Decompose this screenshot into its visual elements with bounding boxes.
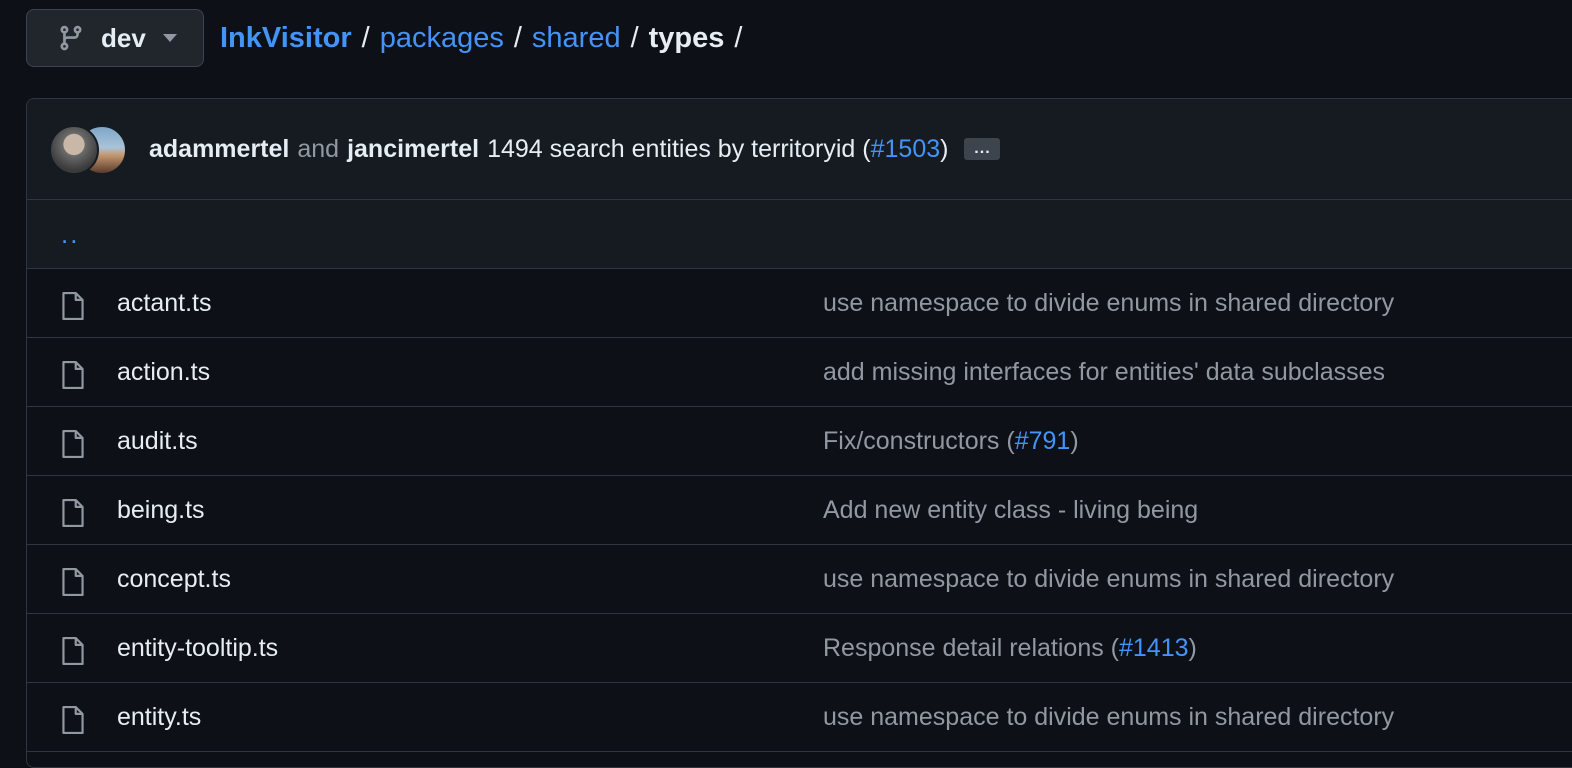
file-name-link[interactable]: action.ts	[117, 358, 210, 387]
file-list: actant.ts use namespace to divide enums i…	[27, 269, 1572, 752]
parent-directory-link[interactable]: ..	[61, 219, 79, 250]
file-commit-message[interactable]: use namespace to divide enums in shared …	[823, 565, 1394, 594]
commit-author-link[interactable]: adammertel	[149, 135, 289, 164]
file-commit-text[interactable]: use namespace to divide enums in shared …	[823, 703, 1394, 731]
file-commit-text[interactable]: use namespace to divide enums in shared …	[823, 565, 1394, 593]
breadcrumb-separator: /	[630, 21, 639, 54]
avatar-adammertel[interactable]	[49, 125, 99, 175]
latest-commit-bar: adammertel and jancimertel 1494 search e…	[27, 99, 1572, 200]
file-commit-message[interactable]: use namespace to divide enums in shared …	[823, 703, 1394, 732]
file-commit-text[interactable]: Response detail relations (	[823, 634, 1119, 662]
file-commit-message[interactable]: add missing interfaces for entities' dat…	[823, 358, 1385, 387]
file-name-link[interactable]: audit.ts	[117, 427, 198, 456]
file-name-link[interactable]: actant.ts	[117, 289, 212, 318]
file-commit-pr-link[interactable]: #1413	[1119, 634, 1189, 662]
file-commit-message[interactable]: Add new entity class - living being	[823, 496, 1198, 525]
file-commit-message[interactable]: Fix/constructors (#791)	[823, 427, 1079, 456]
file-row[interactable]: action.ts add missing interfaces for enti…	[27, 338, 1572, 407]
file-name-link[interactable]: being.ts	[117, 496, 205, 525]
breadcrumb-packages-link[interactable]: packages	[380, 22, 504, 55]
commit-message-end: )	[940, 134, 949, 163]
breadcrumb-shared-link[interactable]: shared	[532, 22, 621, 55]
file-commit-message[interactable]: use namespace to divide enums in shared …	[823, 289, 1394, 318]
file-commit-text[interactable]: add missing interfaces for entities' dat…	[823, 358, 1385, 386]
file-icon	[62, 567, 84, 597]
file-icon	[62, 291, 84, 321]
file-name-link[interactable]: entity.ts	[117, 703, 201, 732]
breadcrumb-repo-link[interactable]: InkVisitor	[220, 22, 352, 55]
breadcrumb: InkVisitor / packages / shared / types /	[220, 22, 752, 55]
breadcrumb-separator: /	[361, 21, 370, 54]
file-row[interactable]: entity-tooltip.ts Response detail relatio…	[27, 614, 1572, 683]
breadcrumb-current: types	[648, 21, 725, 54]
commit-message-text[interactable]: 1494 search entities by territoryid (	[487, 135, 871, 163]
file-commit-pr-link[interactable]: #791	[1015, 427, 1071, 455]
file-row[interactable]: entity.ts use namespace to divide enums i…	[27, 683, 1572, 752]
file-commit-text[interactable]: use namespace to divide enums in shared …	[823, 289, 1394, 317]
topbar: dev InkVisitor / packages / shared / typ…	[26, 8, 752, 68]
commit-summary: adammertel and jancimertel 1494 search e…	[149, 134, 1001, 164]
git-branch-icon	[60, 25, 82, 51]
file-row[interactable]: actant.ts use namespace to divide enums i…	[27, 269, 1572, 338]
breadcrumb-separator: /	[513, 21, 522, 54]
parent-directory-row[interactable]: ..	[27, 200, 1572, 269]
file-commit-text[interactable]: Add new entity class - living being	[823, 496, 1198, 524]
file-icon	[62, 636, 84, 666]
commit-message[interactable]: 1494 search entities by territoryid (#15…	[487, 135, 948, 164]
breadcrumb-separator: /	[734, 21, 743, 54]
file-icon	[62, 705, 84, 735]
file-commit-message[interactable]: Response detail relations (#1413)	[823, 634, 1197, 663]
file-name-link[interactable]: concept.ts	[117, 565, 231, 594]
file-icon	[62, 360, 84, 390]
branch-name: dev	[101, 22, 146, 53]
file-icon	[62, 429, 84, 459]
file-row[interactable]: concept.ts use namespace to divide enums …	[27, 545, 1572, 614]
commit-and-text: and	[297, 134, 340, 163]
file-browser: adammertel and jancimertel 1494 search e…	[26, 98, 1572, 768]
avatar-stack	[49, 125, 127, 175]
commit-pr-link[interactable]: #1503	[871, 135, 941, 163]
file-icon	[62, 498, 84, 528]
file-commit-text-end: )	[1070, 426, 1079, 455]
commit-coauthor-link[interactable]: jancimertel	[347, 135, 479, 164]
caret-down-icon	[162, 34, 177, 42]
branch-select-button[interactable]: dev	[26, 9, 204, 67]
file-row[interactable]: being.ts Add new entity class - living be…	[27, 476, 1572, 545]
file-name-link[interactable]: entity-tooltip.ts	[117, 634, 278, 663]
file-commit-text[interactable]: Fix/constructors (	[823, 427, 1015, 455]
file-row[interactable]: audit.ts Fix/constructors (#791)	[27, 407, 1572, 476]
commit-expand-button[interactable]: ...	[964, 138, 1001, 160]
file-commit-text-end: )	[1188, 633, 1197, 662]
